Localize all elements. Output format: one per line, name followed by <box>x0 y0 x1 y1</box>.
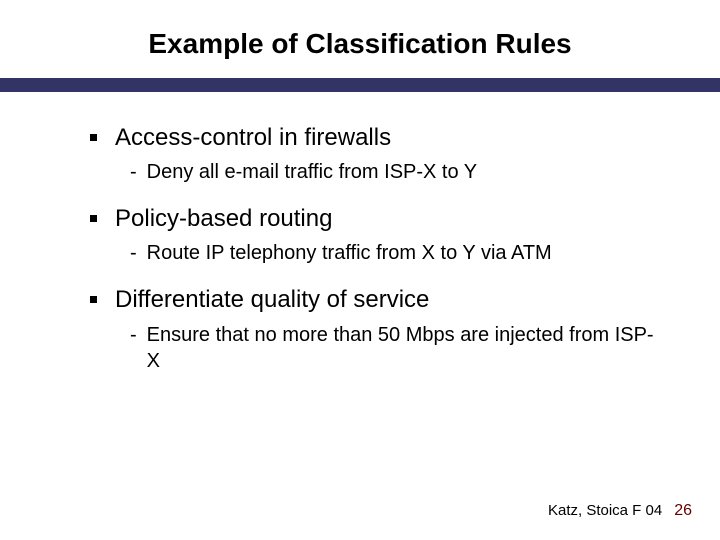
sub-bullet-row: - Deny all e-mail traffic from ISP-X to … <box>130 159 660 185</box>
bullet-text: Policy-based routing <box>115 203 332 234</box>
title-divider <box>0 78 720 92</box>
sub-bullet-text: Deny all e-mail traffic from ISP-X to Y <box>147 159 477 185</box>
bullet-item: Differentiate quality of service - Ensur… <box>90 284 660 373</box>
footer-label: Katz, Stoica F 04 <box>548 502 662 519</box>
bullet-text: Differentiate quality of service <box>115 284 429 315</box>
bullet-item: Policy-based routing - Route IP telephon… <box>90 203 660 266</box>
bullet-text: Access-control in firewalls <box>115 122 391 153</box>
slide-footer: Katz, Stoica F 04 26 <box>548 502 692 520</box>
sub-bullet-text: Route IP telephony traffic from X to Y v… <box>147 240 552 266</box>
sub-bullet-text: Ensure that no more than 50 Mbps are inj… <box>147 322 660 374</box>
slide-title: Example of Classification Rules <box>0 0 720 78</box>
dash-icon: - <box>130 240 137 266</box>
dash-icon: - <box>130 159 137 185</box>
square-bullet-icon <box>90 134 97 141</box>
square-bullet-icon <box>90 296 97 303</box>
slide-content: Access-control in firewalls - Deny all e… <box>0 92 720 374</box>
slide: Example of Classification Rules Access-c… <box>0 0 720 540</box>
sub-bullet-row: - Route IP telephony traffic from X to Y… <box>130 240 660 266</box>
page-number: 26 <box>674 502 692 520</box>
bullet-row: Policy-based routing <box>90 203 660 234</box>
dash-icon: - <box>130 322 137 348</box>
bullet-row: Access-control in firewalls <box>90 122 660 153</box>
bullet-item: Access-control in firewalls - Deny all e… <box>90 122 660 185</box>
sub-bullet-row: - Ensure that no more than 50 Mbps are i… <box>130 322 660 374</box>
bullet-row: Differentiate quality of service <box>90 284 660 315</box>
square-bullet-icon <box>90 215 97 222</box>
